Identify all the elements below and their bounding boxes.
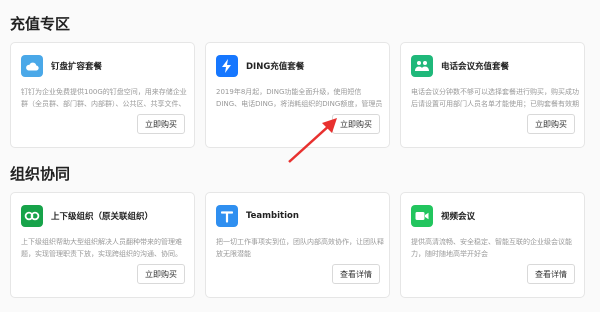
card-org-hierarchy[interactable]: 上下级组织（原关联组织） 上下级组织帮助大型组织解决人员翻种带来的管理难题，实现… (10, 192, 195, 298)
lightning-icon (216, 55, 238, 77)
card-teambition[interactable]: Teambition 把一切工作事项实到位，团队内部高效协作，让团队释放无限潜能… (205, 192, 390, 298)
view-details-button[interactable]: 查看详情 (332, 264, 380, 284)
view-details-button[interactable]: 查看详情 (527, 264, 575, 284)
card-title: 钉盘扩容套餐 (51, 62, 103, 72)
card-description: 电话会议分钟数不够可以选择套餐进行购买，购买成功后请设置可用部门人员名单才能使用… (411, 88, 579, 108)
card-title: 上下级组织（原关联组织） (51, 212, 154, 222)
section-collaboration-title: 组织协同 (10, 165, 71, 183)
card-title: 视频会议 (441, 212, 476, 222)
card-title: DING充值套餐 (246, 62, 305, 72)
buy-now-button[interactable]: 立即购买 (137, 114, 185, 134)
card-title: 电话会议充值套餐 (441, 62, 510, 72)
cloud-icon (21, 55, 43, 77)
card-description: 钉钉为企业免费提供100G的钉盘空间，用来存储企业群（全员群、部门群、内部群）、… (21, 88, 187, 108)
card-video-conference[interactable]: 视频会议 提供高清流畅、安全稳定、智能互联的企业级会议能力，随时随地高举开好会 … (400, 192, 585, 298)
link-icon (21, 205, 43, 227)
conference-icon (411, 55, 433, 77)
card-description: 提供高清流畅、安全稳定、智能互联的企业级会议能力，随时随地高举开好会 (411, 238, 572, 258)
card-title: Teambition (246, 211, 299, 221)
card-dingpan-expansion[interactable]: 钉盘扩容套餐 钉钉为企业免费提供100G的钉盘空间，用来存储企业群（全员群、部门… (10, 42, 195, 148)
card-description: 2019年8月起，DING功能全面升级，使用短信DING、电话DING，将消耗组… (216, 88, 383, 108)
card-description: 上下级组织帮助大型组织解决人员翻种带来的管理难题，实现管理职责下放，实现跨组织的… (21, 238, 182, 258)
buy-now-button[interactable]: 立即购买 (527, 114, 575, 134)
teambition-icon (216, 205, 238, 227)
section-recharge-title: 充值专区 (10, 15, 71, 33)
buy-now-button[interactable]: 立即购买 (137, 264, 185, 284)
video-icon (411, 205, 433, 227)
red-arrow-annotation (288, 118, 337, 163)
card-conference-recharge[interactable]: 电话会议充值套餐 电话会议分钟数不够可以选择套餐进行购买，购买成功后请设置可用部… (400, 42, 585, 148)
card-description: 把一切工作事项实到位，团队内部高效协作，让团队释放无限潜能 (216, 238, 384, 258)
